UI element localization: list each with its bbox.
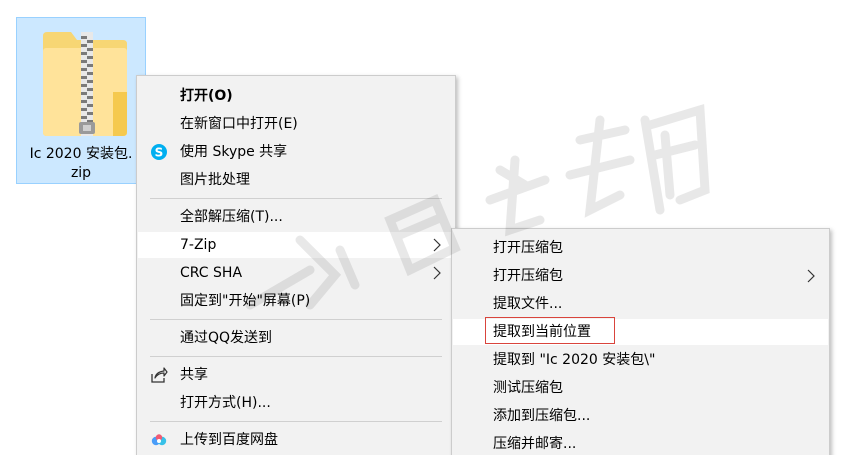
menu-item-share[interactable]: 共享 bbox=[138, 362, 454, 388]
context-menu: 打开(O) 在新窗口中打开(E) S 使用 Skype 共享 图片批处理 全部解… bbox=[136, 75, 456, 455]
submenu-item-extract-to-folder[interactable]: 提取到 "Ic 2020 安装包\" bbox=[453, 347, 828, 373]
menu-item-label: 共享 bbox=[180, 367, 208, 383]
menu-item-pin-start[interactable]: 固定到"开始"屏幕(P) bbox=[138, 288, 454, 314]
selected-file-tile[interactable]: Ic 2020 安装包. zip bbox=[16, 17, 146, 184]
submenu-item-test-archive[interactable]: 测试压缩包 bbox=[453, 375, 828, 401]
menu-item-label: 添加到压缩包... bbox=[493, 408, 591, 424]
svg-text:S: S bbox=[155, 146, 164, 160]
menu-item-label: CRC SHA bbox=[180, 265, 243, 281]
menu-item-extract-all[interactable]: 全部解压缩(T)... bbox=[138, 204, 454, 230]
submenu-item-open-archive-more[interactable]: 打开压缩包 bbox=[453, 263, 828, 289]
menu-separator bbox=[150, 356, 442, 357]
menu-item-label: 提取文件... bbox=[493, 296, 563, 312]
menu-item-label: 测试压缩包 bbox=[493, 380, 563, 396]
menu-item-label: 打开压缩包 bbox=[493, 268, 563, 284]
menu-separator bbox=[150, 421, 442, 422]
menu-item-label: 使用 Skype 共享 bbox=[180, 144, 288, 160]
menu-item-label: 压缩并邮寄... bbox=[493, 436, 577, 452]
menu-item-label: 在新窗口中打开(E) bbox=[180, 116, 298, 132]
menu-item-label: 7-Zip bbox=[180, 237, 217, 253]
menu-item-open-with[interactable]: 打开方式(H)... bbox=[138, 390, 454, 416]
menu-separator bbox=[150, 319, 442, 320]
menu-separator bbox=[150, 198, 442, 199]
zip-folder-icon bbox=[43, 32, 127, 136]
menu-item-baidu-upload[interactable]: 上传到百度网盘 bbox=[138, 427, 454, 453]
menu-item-label: 固定到"开始"屏幕(P) bbox=[180, 293, 311, 309]
share-icon bbox=[151, 367, 168, 383]
menu-item-7zip[interactable]: 7-Zip bbox=[138, 232, 454, 258]
chevron-right-icon bbox=[433, 266, 441, 280]
menu-item-skype-share[interactable]: S 使用 Skype 共享 bbox=[138, 139, 454, 165]
menu-item-open[interactable]: 打开(O) bbox=[138, 83, 454, 109]
menu-item-batch-image[interactable]: 图片批处理 bbox=[138, 167, 454, 193]
chevron-right-icon bbox=[433, 238, 441, 252]
submenu-item-compress-email[interactable]: 压缩并邮寄... bbox=[453, 431, 828, 455]
submenu-item-extract-files[interactable]: 提取文件... bbox=[453, 291, 828, 317]
file-name-label: Ic 2020 安装包. zip bbox=[29, 146, 133, 181]
menu-item-label: 通过QQ发送到 bbox=[180, 330, 273, 346]
submenu-item-open-archive[interactable]: 打开压缩包 bbox=[453, 235, 828, 261]
chevron-right-icon bbox=[807, 269, 815, 283]
menu-item-label: 打开方式(H)... bbox=[180, 395, 271, 411]
menu-item-send-qq[interactable]: 通过QQ发送到 bbox=[138, 325, 454, 351]
menu-item-label: 全部解压缩(T)... bbox=[180, 209, 283, 225]
menu-item-label: 提取到 "Ic 2020 安装包\" bbox=[493, 352, 656, 368]
highlight-annotation-box bbox=[485, 317, 615, 344]
menu-item-label: 上传到百度网盘 bbox=[180, 432, 278, 448]
menu-item-label: 打开压缩包 bbox=[493, 240, 563, 256]
baidu-netdisk-icon bbox=[151, 434, 167, 446]
menu-item-label: 打开(O) bbox=[180, 88, 233, 104]
skype-icon: S bbox=[151, 144, 167, 160]
menu-item-label: 图片批处理 bbox=[180, 172, 250, 188]
menu-item-crc-sha[interactable]: CRC SHA bbox=[138, 260, 454, 286]
menu-item-open-new-window[interactable]: 在新窗口中打开(E) bbox=[138, 111, 454, 137]
submenu-item-add-to-archive[interactable]: 添加到压缩包... bbox=[453, 403, 828, 429]
